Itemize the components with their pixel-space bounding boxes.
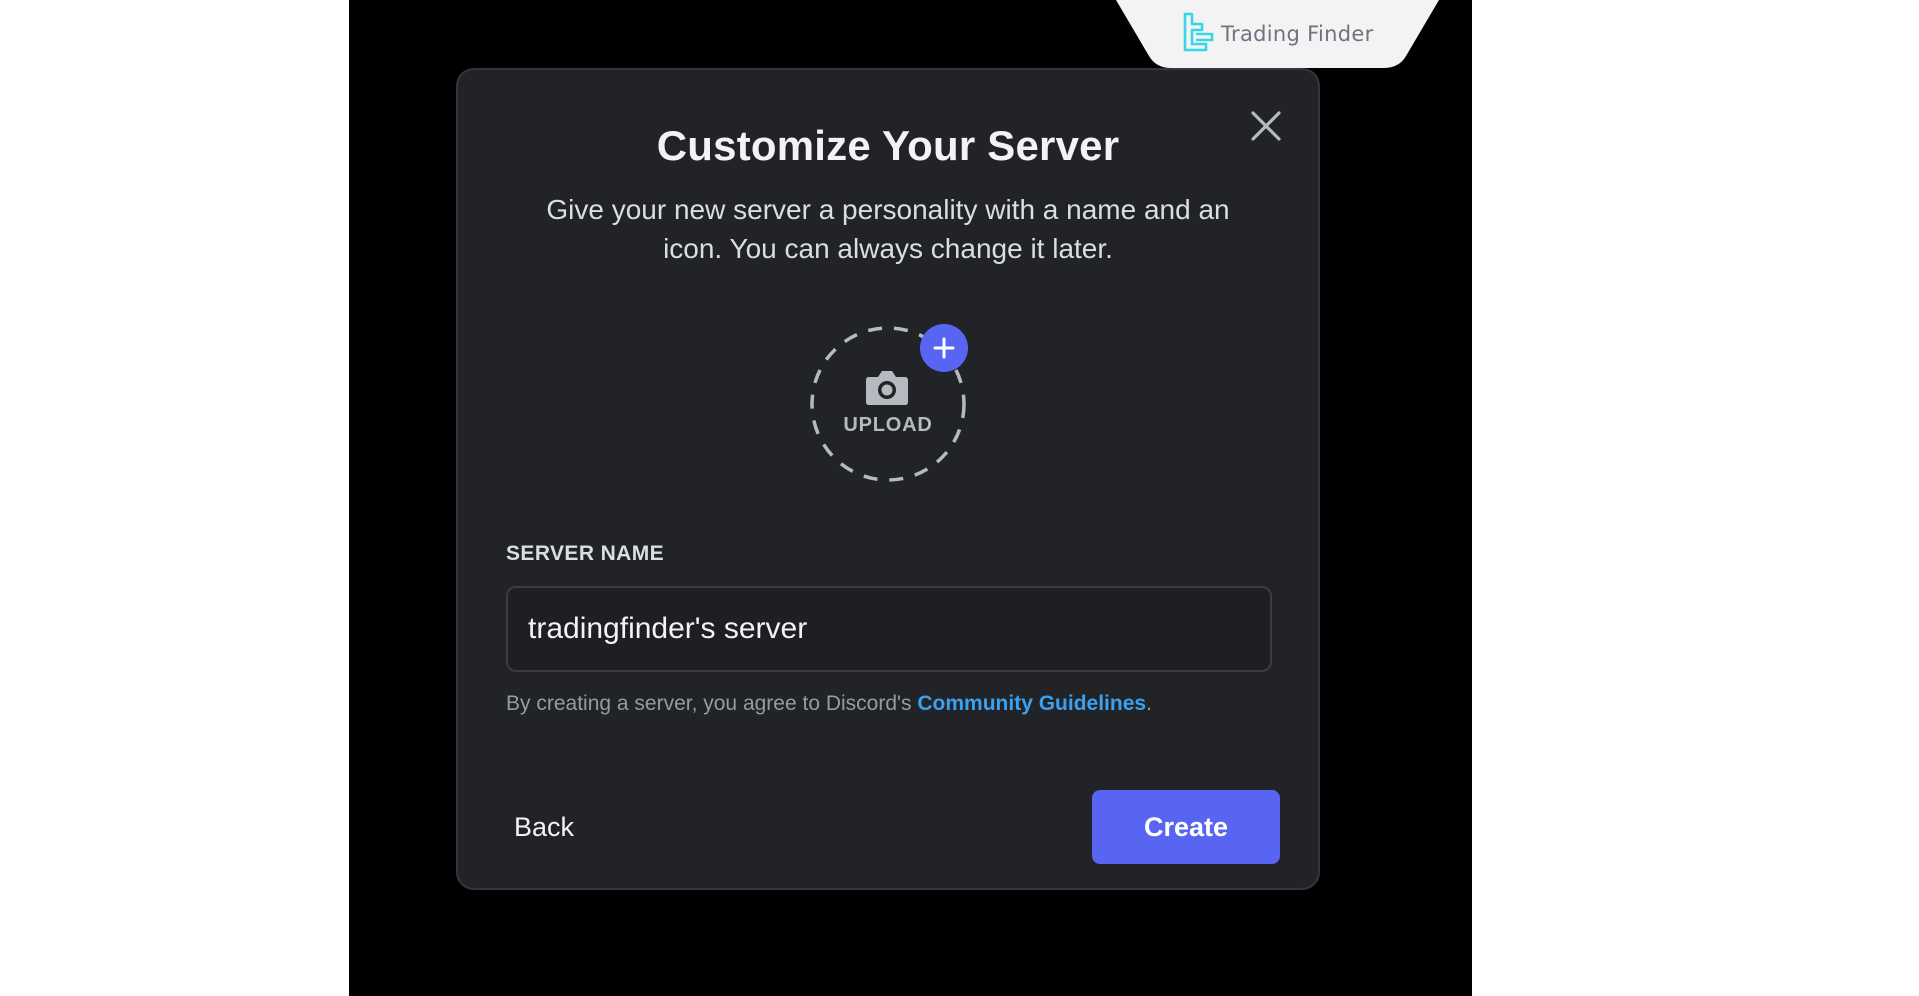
terms-prefix: By creating a server, you agree to Disco… [506, 692, 918, 715]
plus-icon [933, 337, 955, 359]
community-guidelines-link[interactable]: Community Guidelines [917, 692, 1146, 715]
terms-notice: By creating a server, you agree to Disco… [506, 692, 1152, 716]
customize-server-modal: Customize Your Server Give your new serv… [456, 68, 1320, 890]
camera-icon [866, 371, 908, 405]
server-name-label: SERVER NAME [506, 542, 665, 565]
server-name-input[interactable] [506, 586, 1272, 672]
upload-label: UPLOAD [843, 414, 933, 436]
create-button[interactable]: Create [1092, 790, 1280, 864]
page: Trading Finder Customize Your Server Giv… [0, 0, 1919, 996]
back-button[interactable]: Back [506, 790, 606, 864]
modal-subtitle: Give your new server a personality with … [546, 194, 1230, 264]
upload-icon-button[interactable]: UPLOAD [808, 324, 968, 484]
trading-finder-logo-icon [1183, 12, 1214, 52]
add-icon-badge[interactable] [920, 324, 968, 372]
brand-watermark: Trading Finder [1116, 0, 1439, 68]
terms-suffix: . [1146, 692, 1152, 715]
modal-title: Customize Your Server [656, 122, 1120, 169]
brand-name: Trading Finder [1221, 22, 1374, 46]
